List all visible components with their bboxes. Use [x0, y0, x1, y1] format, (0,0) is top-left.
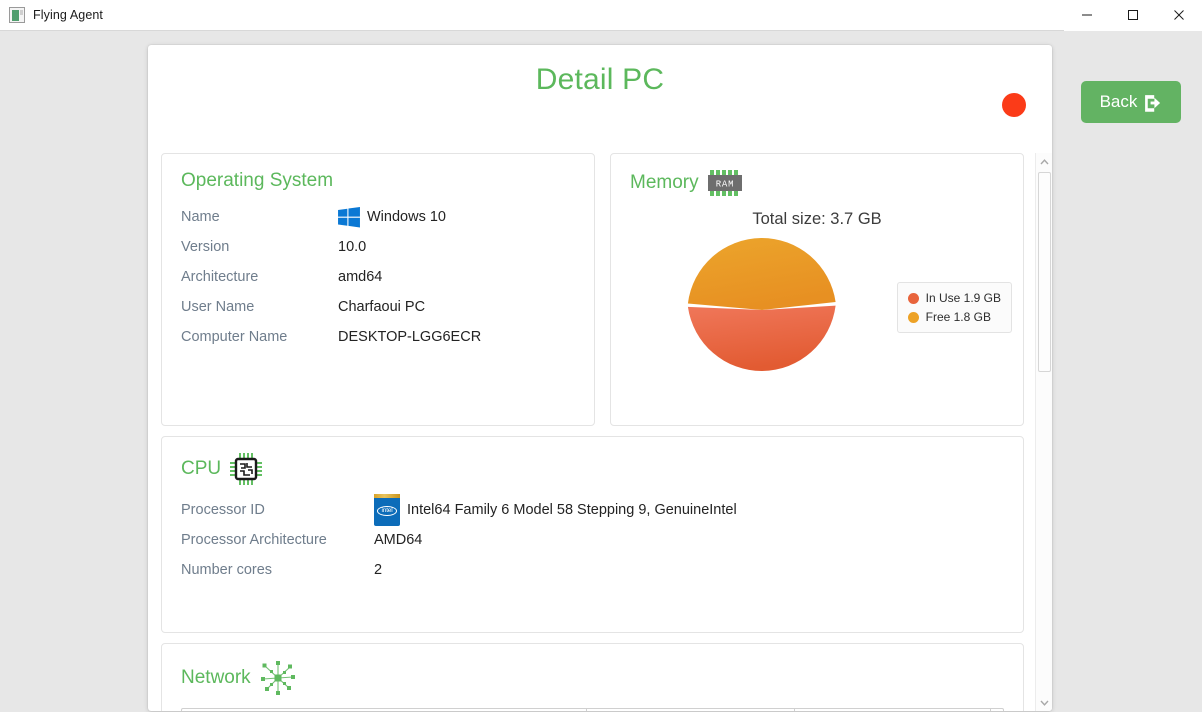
window-title: Flying Agent: [33, 8, 103, 22]
detail-pc-card: Detail PC Operating System Name Windows …: [148, 45, 1052, 711]
legend-item-in-use: In Use 1.9 GB: [907, 291, 1001, 305]
network-panel: Network: [161, 643, 1024, 711]
field-label-computername: Computer Name: [181, 329, 288, 345]
memory-pie-chart: In Use 1.9 GB Free 1.8 GB: [611, 235, 1023, 395]
intel-logo-icon: intel: [374, 494, 400, 526]
field-value-architecture: amd64: [338, 269, 383, 285]
app-window: Flying Agent Back Detail PC Operating Sy…: [0, 0, 1202, 712]
field-value-version: 10.0: [338, 239, 367, 255]
sign-out-icon: [1145, 94, 1161, 112]
network-table-header-cell-1: [182, 709, 587, 711]
field-row-os-username: User Name Charfaoui PC: [181, 292, 594, 322]
chevron-up-icon: [1039, 158, 1049, 164]
operating-system-header: Operating System: [162, 154, 594, 192]
page-body: Back Detail PC Operating System Name Win…: [0, 31, 1202, 712]
network-table: [181, 708, 1004, 711]
field-label-username: User Name: [181, 299, 255, 315]
field-label-number-cores: Number cores: [181, 562, 273, 578]
legend-label-in-use: In Use 1.9 GB: [925, 291, 1001, 305]
field-row-os-computername: Computer Name DESKTOP-LGG6ECR: [181, 322, 594, 352]
windows-logo-icon: [338, 206, 360, 227]
close-icon: [1174, 10, 1184, 20]
operating-system-fields: Name Windows 10 Version 10.0 Architectur…: [162, 192, 594, 352]
scrollbar-down-button[interactable]: [1036, 694, 1053, 711]
memory-title: Memory: [630, 172, 699, 193]
minimize-icon: [1082, 14, 1092, 16]
cpu-chip-icon: [230, 453, 263, 485]
field-value-name: Windows 10: [338, 206, 446, 228]
field-value-processor-architecture: AMD64: [374, 532, 423, 548]
field-value-number-cores: 2: [374, 562, 383, 578]
network-title: Network: [181, 667, 251, 688]
app-window-icon: [9, 7, 25, 23]
back-button-label: Back: [1099, 92, 1138, 111]
field-row-processor-architecture: Processor Architecture AMD64: [181, 525, 1023, 555]
field-label-name: Name: [181, 209, 220, 225]
ram-chip-icon: RAM: [707, 170, 742, 196]
field-label-processor-id: Processor ID: [181, 502, 265, 518]
memory-legend: In Use 1.9 GB Free 1.8 GB: [896, 282, 1012, 333]
legend-label-free: Free 1.8 GB: [925, 310, 991, 324]
network-table-header-cell-2: [587, 709, 795, 711]
back-button[interactable]: Back: [1081, 81, 1181, 123]
memory-panel: Memory RAM Total size: 3.7 GB In Use 1.9…: [610, 153, 1024, 426]
network-table-header-cell-4: [991, 709, 1003, 711]
field-row-os-version: Version 10.0: [181, 232, 594, 262]
legend-swatch-free: [907, 311, 919, 323]
title-bar: Flying Agent: [0, 0, 1202, 31]
memory-total-size: Total size: 3.7 GB: [752, 210, 882, 228]
maximize-button[interactable]: [1110, 0, 1156, 31]
field-label-architecture: Architecture: [181, 269, 259, 285]
scrollbar-thumb[interactable]: [1037, 172, 1051, 372]
field-row-processor-id: Processor ID intel Intel64 Family 6 Mode…: [181, 494, 1023, 526]
status-indicator: [1002, 93, 1026, 117]
scrollbar-track[interactable]: [1036, 170, 1053, 694]
memory-header: Memory RAM: [611, 154, 1023, 196]
field-row-os-architecture: Architecture amd64: [181, 262, 594, 292]
minimize-button[interactable]: [1064, 0, 1110, 31]
network-hub-icon: [260, 661, 295, 695]
title-bar-left: Flying Agent: [0, 7, 103, 23]
field-value-computername: DESKTOP-LGG6ECR: [338, 329, 482, 345]
cpu-title: CPU: [181, 458, 222, 479]
field-value-processor-id: intel Intel64 Family 6 Model 58 Stepping…: [374, 494, 737, 526]
operating-system-title: Operating System: [181, 170, 334, 191]
field-row-number-cores: Number cores 2: [181, 555, 1023, 585]
operating-system-panel: Operating System Name Windows 10 Version…: [161, 153, 595, 426]
field-value-name-text: Windows 10: [367, 209, 446, 225]
page-title: Detail PC: [535, 63, 665, 96]
field-row-os-name: Name Windows 10: [181, 202, 594, 232]
window-controls: [1064, 0, 1202, 31]
scrollbar-up-button[interactable]: [1036, 153, 1053, 170]
cpu-panel: CPU Processor ID intel Intel64 Family 6 …: [161, 436, 1024, 633]
chevron-down-icon: [1039, 700, 1049, 706]
field-value-processor-id-text: Intel64 Family 6 Model 58 Stepping 9, Ge…: [407, 502, 737, 518]
legend-swatch-in-use: [907, 292, 919, 304]
legend-item-free: Free 1.8 GB: [907, 310, 1001, 324]
memory-pie-svg: [687, 238, 836, 371]
vertical-scrollbar[interactable]: [1035, 153, 1052, 711]
network-header: Network: [162, 644, 1023, 696]
maximize-icon: [1128, 10, 1138, 20]
svg-text:RAM: RAM: [715, 180, 734, 190]
field-label-processor-architecture: Processor Architecture: [181, 532, 327, 548]
close-button[interactable]: [1156, 0, 1202, 31]
cpu-fields: Processor ID intel Intel64 Family 6 Mode…: [162, 485, 1023, 585]
cpu-header: CPU: [162, 437, 1023, 485]
network-table-header-cell-3: [795, 709, 991, 711]
field-value-username: Charfaoui PC: [338, 299, 426, 315]
field-label-version: Version: [181, 239, 230, 255]
